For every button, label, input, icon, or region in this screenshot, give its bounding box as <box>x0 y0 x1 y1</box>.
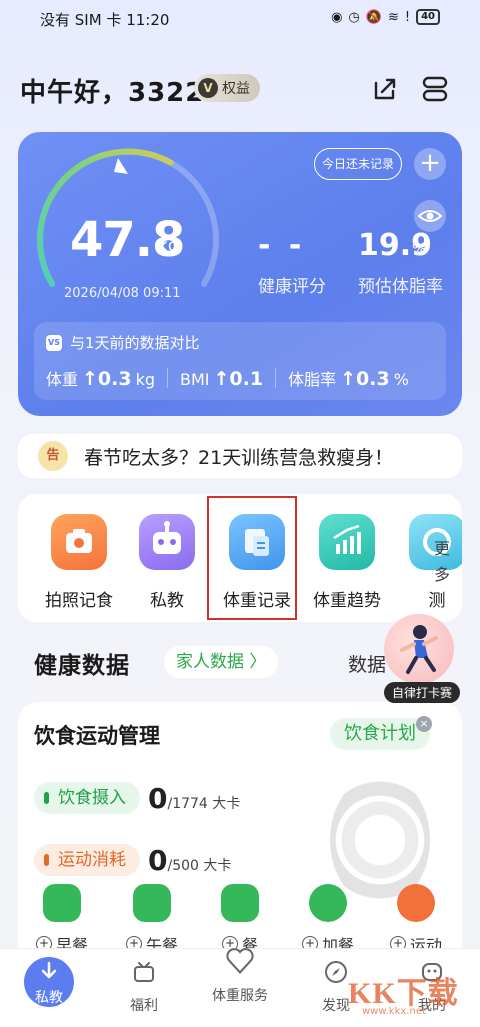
sim-status: 没有 SIM 卡 <box>40 11 122 29</box>
compare-fat-label: 体脂率 <box>288 370 337 389</box>
weight-card[interactable]: 47.8 kg 2026/04/08 09:11 今日还未记录 + - - 健康… <box>18 132 462 416</box>
compare-row: 体重 ↑0.3 kg BMI ↑0.1 体脂率 ↑0.3 % <box>46 366 446 390</box>
nav-label: 私教 <box>35 990 63 1006</box>
tool-label: 体重趋势 <box>313 591 381 611</box>
compare-panel[interactable]: VS 与1天前的数据对比 体重 ↑0.3 kg BMI ↑0.1 体脂率 ↑0.… <box>34 322 446 400</box>
health-data-title[interactable]: 健康数据 <box>34 646 130 680</box>
highlight-box <box>207 496 297 620</box>
intake-pill: 饮食摄入 <box>34 782 140 814</box>
watermark-url: www.kkx.net <box>362 1006 426 1017</box>
nav-weight-service[interactable]: 体重服务 <box>200 948 280 1005</box>
compare-fat-unit: % <box>393 370 409 389</box>
nav-label: 福利 <box>130 998 158 1014</box>
status-icons: ◉ ◷ 🔕 ≋ ! 40 <box>331 9 440 25</box>
compare-weight-label: 体重 <box>46 370 79 389</box>
divider <box>167 368 169 388</box>
close-icon[interactable]: × <box>416 716 432 732</box>
compare-title-text: 与1天前的数据对比 <box>70 334 200 352</box>
compare-bmi-label: BMI <box>180 370 210 389</box>
burger-icon <box>221 884 259 922</box>
wifi-icon: ≋ <box>387 9 399 25</box>
vs-icon: VS <box>46 334 62 351</box>
exercise-add[interactable]: + 运动 <box>376 884 456 956</box>
tools-more-button[interactable]: 更多 <box>432 536 452 588</box>
bread-icon <box>43 884 81 922</box>
gauge-pointer <box>114 158 128 174</box>
fruit-icon <box>309 884 347 922</box>
health-score-label: 健康评分 <box>258 277 326 297</box>
compare-weight: 体重 ↑0.3 kg <box>46 366 155 390</box>
burn-amount: 0 /500 大卡 <box>148 844 231 877</box>
compare-bmi: BMI ↑0.1 <box>180 368 263 390</box>
promo-text: 春节吃太多？21天训练营急救瘦身！ <box>84 446 394 469</box>
heart-icon <box>226 948 254 974</box>
measure-datetime: 2026/04/08 09:11 <box>64 286 181 301</box>
alert-icon: ! <box>404 9 411 25</box>
vip-icon: V <box>198 78 218 98</box>
meal-lunch[interactable]: + 午餐 <box>112 884 192 956</box>
compare-fat-value: ↑0.3 <box>340 368 390 390</box>
status-bar: 没有 SIM 卡 11:20 ◉ ◷ 🔕 ≋ ! 40 <box>0 0 480 36</box>
ball-icon <box>397 884 435 922</box>
trend-chart-icon <box>319 514 375 570</box>
arrow-down-icon <box>41 961 57 979</box>
meal-breakfast[interactable]: + 早餐 <box>22 884 102 956</box>
meal-snack[interactable]: + 加餐 <box>288 884 368 956</box>
diet-exercise-card: 饮食运动管理 饮食计划 × 饮食摄入 0 /1774 大卡 运动消耗 0 /50… <box>18 702 462 962</box>
compare-bmi-value: ↑0.1 <box>213 368 264 390</box>
checkin-label: 自律打卡赛 <box>384 682 461 703</box>
tool-label: 私教 <box>150 591 184 611</box>
share-icon[interactable] <box>370 74 400 104</box>
bowl-icon <box>133 884 171 922</box>
today-record-button[interactable]: 今日还未记录 <box>314 148 402 180</box>
health-score-value: - - <box>258 228 306 263</box>
runner-illustration <box>384 614 454 684</box>
vip-badge[interactable]: V 权益 <box>194 74 260 102</box>
robot-icon <box>139 514 195 570</box>
gift-icon <box>134 962 154 982</box>
body-fat-label: 预估体脂率 <box>358 277 443 297</box>
alarm-icon: ◷ <box>348 9 360 25</box>
divider <box>275 368 277 388</box>
family-data-tab[interactable]: 家人数据 〉 <box>164 646 279 678</box>
compare-title: VS 与1天前的数据对比 <box>46 332 200 353</box>
body-fat-unit: % <box>412 240 427 258</box>
compass-icon <box>325 961 347 983</box>
nav-coach[interactable]: 私教 <box>24 957 74 1007</box>
intake-amount: 0 /1774 大卡 <box>148 782 240 815</box>
promo-banner[interactable]: 告 春节吃太多？21天训练营急救瘦身！ <box>18 434 462 478</box>
eye-icon: ◉ <box>331 9 343 25</box>
intake-target: /1774 大卡 <box>167 796 241 812</box>
tool-label: 拍照记食 <box>45 591 113 611</box>
weight-unit: kg <box>158 236 179 256</box>
compare-fat: 体脂率 ↑0.3 % <box>288 366 409 390</box>
vip-label: 权益 <box>222 81 250 97</box>
announcement-icon: 告 <box>38 441 68 471</box>
compare-weight-value: ↑0.3 <box>82 368 132 390</box>
tool-photo-food[interactable]: 拍照记食 <box>34 514 124 611</box>
camera-icon <box>51 514 107 570</box>
burn-target: /500 大卡 <box>167 858 232 874</box>
battery-icon: 40 <box>416 9 440 25</box>
tool-coach[interactable]: 私教 <box>122 514 212 611</box>
mute-icon: 🔕 <box>365 9 382 25</box>
device-icon[interactable] <box>420 74 450 104</box>
add-record-button[interactable]: + <box>414 148 446 180</box>
nav-label: 体重服务 <box>212 988 268 1004</box>
nav-welfare[interactable]: 福利 <box>104 957 184 1015</box>
diet-title: 饮食运动管理 <box>34 724 160 748</box>
compare-weight-unit: kg <box>135 370 156 389</box>
intake-value: 0 <box>148 782 168 815</box>
checkin-float[interactable]: 自律打卡赛 <box>378 614 464 708</box>
status-left: 没有 SIM 卡 11:20 <box>40 9 169 30</box>
tool-weight-trend[interactable]: 体重趋势 <box>302 514 392 611</box>
burn-value: 0 <box>148 844 168 877</box>
greeting: 中午好，3322 <box>20 78 205 108</box>
status-time: 11:20 <box>126 11 170 29</box>
diet-plan-button[interactable]: 饮食计划 <box>330 718 430 750</box>
tool-label: 测 <box>428 591 446 611</box>
burn-pill: 运动消耗 <box>34 844 140 876</box>
